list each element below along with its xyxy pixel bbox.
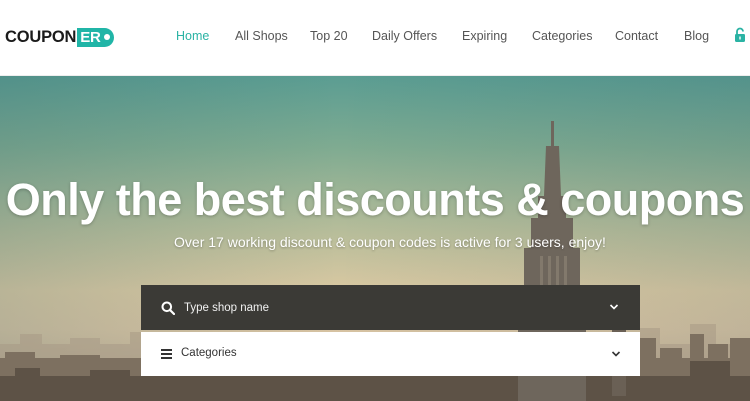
- shop-search-input[interactable]: [184, 298, 564, 318]
- nav-item-top-20[interactable]: Top 20: [310, 28, 348, 44]
- nav-item-home[interactable]: Home: [176, 28, 209, 44]
- nav-item-categories[interactable]: Categories: [532, 28, 592, 44]
- chevron-down-icon[interactable]: [609, 303, 619, 311]
- hero-headline: Only the best discounts & coupons: [5, 174, 745, 225]
- lock-icon[interactable]: [734, 27, 746, 43]
- shop-search-bar[interactable]: [141, 285, 640, 330]
- nav-item-contact[interactable]: Contact: [615, 28, 658, 44]
- nav-item-daily-offers[interactable]: Daily Offers: [372, 28, 437, 44]
- nav-item-expiring[interactable]: Expiring: [462, 28, 507, 44]
- categories-select[interactable]: Categories: [141, 332, 640, 376]
- hero-banner: Only the best discounts & coupons Over 1…: [0, 76, 750, 401]
- nav-item-all-shops[interactable]: All Shops: [235, 28, 288, 44]
- nav-item-blog[interactable]: Blog: [684, 28, 709, 44]
- menu-icon: [161, 349, 172, 359]
- chevron-down-icon[interactable]: [611, 350, 621, 358]
- hero-subline: Over 17 working discount & coupon codes …: [174, 234, 606, 250]
- site-header: COUPON ER Home All Shops Top 20 Daily Of…: [0, 0, 750, 76]
- categories-select-label: Categories: [181, 347, 237, 359]
- main-nav: Home All Shops Top 20 Daily Offers Expir…: [0, 28, 750, 44]
- search-icon: [161, 301, 175, 315]
